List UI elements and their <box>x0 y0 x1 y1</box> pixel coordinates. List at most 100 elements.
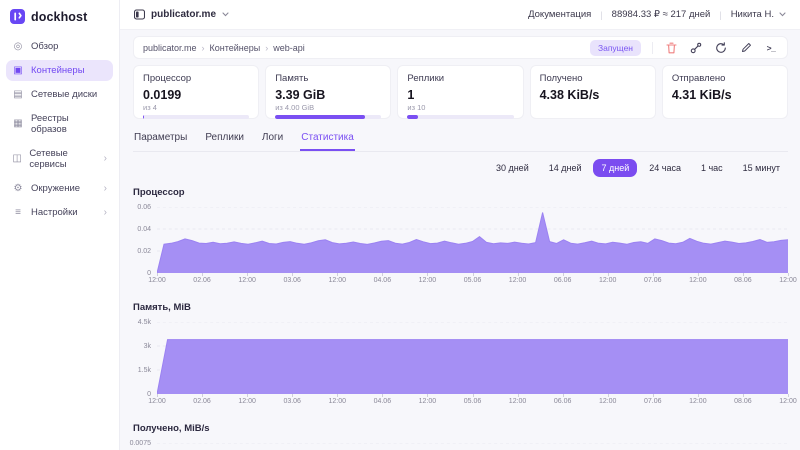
sidebar-item-image-registries[interactable]: ▦Реестры образов <box>6 108 113 140</box>
stat-card-cpu: Процессор0.0199из 4 <box>133 65 259 119</box>
chart-body: 0.0075 <box>133 443 788 450</box>
x-axis-label: 06.06 <box>554 398 572 405</box>
range-button[interactable]: 1 час <box>693 159 731 177</box>
services-icon: ◫ <box>12 154 22 164</box>
toolbar-divider <box>652 42 653 54</box>
sidebar-item-label: Контейнеры <box>31 65 85 76</box>
sidebar-item-settings[interactable]: ≡Настройки› <box>6 202 113 223</box>
project-icon <box>134 9 145 20</box>
x-axis-label: 12:00 <box>509 277 527 284</box>
x-axis-label: 07.06 <box>644 398 662 405</box>
breadcrumb-item[interactable]: publicator.me <box>143 43 197 53</box>
sidebar-item-label: Сетевые диски <box>31 89 97 100</box>
brand-name: dockhost <box>31 10 87 24</box>
tab-parameters[interactable]: Параметры <box>133 130 188 151</box>
sidebar-item-network-services[interactable]: ◫Сетевые сервисы› <box>6 143 113 175</box>
x-axis-tick <box>427 394 428 397</box>
restart-button[interactable] <box>714 41 728 55</box>
app-window: dockhost ◎Обзор ▣Контейнеры ▤Сетевые диски… <box>0 0 800 450</box>
sidebar-item-overview[interactable]: ◎Обзор <box>6 36 113 57</box>
tab-statistics[interactable]: Статистика <box>300 130 355 151</box>
status-badge: Запущен <box>590 40 641 56</box>
sidebar-item-containers[interactable]: ▣Контейнеры <box>6 60 113 81</box>
x-axis-label: 12:00 <box>779 398 797 405</box>
x-axis-label: 05.06 <box>464 398 482 405</box>
chart-title: Получено, MiB/s <box>133 423 788 434</box>
x-axis-tick <box>563 273 564 276</box>
x-axis-label: 12:00 <box>148 277 166 284</box>
x-axis-label: 04.06 <box>374 398 392 405</box>
chart-title: Процессор <box>133 187 788 198</box>
range-button[interactable]: 30 дней <box>488 159 537 177</box>
stat-card-title: Получено <box>540 73 646 84</box>
charts-area: Процессор0.060.040.02012:0002.0612:0003.… <box>133 187 788 450</box>
x-axis-tick <box>292 394 293 397</box>
user-menu[interactable]: Никита Н. <box>731 9 786 20</box>
breadcrumb-item[interactable]: Контейнеры <box>210 43 261 53</box>
edit-button[interactable] <box>739 41 753 55</box>
terminal-icon: >_ <box>767 43 776 53</box>
settings-icon: ≡ <box>12 208 24 218</box>
x-axis-label: 02.06 <box>193 398 211 405</box>
range-button[interactable]: 14 дней <box>541 159 590 177</box>
scale-button[interactable] <box>689 41 703 55</box>
range-button[interactable]: 7 дней <box>593 159 637 177</box>
topbar-divider: | <box>719 10 721 20</box>
x-axis-label: 12:00 <box>599 277 617 284</box>
x-axis-label: 07.06 <box>644 277 662 284</box>
x-axis-tick <box>518 273 519 276</box>
stat-card-value: 3.39 GiB <box>275 88 381 102</box>
sidebar-item-label: Окружение <box>31 183 80 194</box>
project-selector[interactable]: publicator.me <box>134 9 229 20</box>
x-axis-tick <box>698 394 699 397</box>
chevron-down-icon <box>779 12 786 17</box>
balance-label[interactable]: 88984.33 ₽ ≈ 217 дней <box>612 9 711 20</box>
stat-card-subtext: из 4 <box>143 103 249 112</box>
x-axis-tick <box>473 394 474 397</box>
sidebar-item-network-disks[interactable]: ▤Сетевые диски <box>6 84 113 105</box>
docs-link[interactable]: Документация <box>528 9 591 20</box>
x-axis-label: 12:00 <box>509 398 527 405</box>
sidebar-item-environment[interactable]: ⚙Окружение› <box>6 178 113 199</box>
x-axis-tick <box>337 394 338 397</box>
toolbar-actions: Запущен <box>590 40 778 56</box>
chart-body: 0.060.040.02012:0002.0612:0003.0612:0004… <box>133 207 788 287</box>
x-axis-tick <box>518 394 519 397</box>
stat-card-value: 4.38 KiB/s <box>540 88 646 102</box>
stat-card-title: Реплики <box>407 73 513 84</box>
refresh-icon <box>715 42 727 54</box>
x-axis-label: 02.06 <box>193 277 211 284</box>
sidebar-item-label: Настройки <box>31 207 78 218</box>
chevron-down-icon <box>222 12 229 17</box>
x-axis-tick <box>382 273 383 276</box>
tab-logs[interactable]: Логи <box>261 130 284 151</box>
x-axis-label: 12:00 <box>329 277 347 284</box>
dockhost-logo-icon <box>10 9 25 24</box>
x-axis-label: 12:00 <box>329 398 347 405</box>
tab-replicas[interactable]: Реплики <box>204 130 245 151</box>
environment-icon: ⚙ <box>12 184 24 194</box>
terminal-button[interactable]: >_ <box>764 41 778 55</box>
registries-icon: ▦ <box>12 119 24 129</box>
delete-button[interactable] <box>664 41 678 55</box>
range-button[interactable]: 24 часа <box>641 159 689 177</box>
x-axis-tick <box>653 273 654 276</box>
tabs: Параметры Реплики Логи Статистика <box>133 130 788 152</box>
chart-plot: 12:0002.0612:0003.0612:0004.0612:0005.06… <box>157 207 788 287</box>
x-axis-label: 04.06 <box>374 277 392 284</box>
x-axis-tick <box>743 273 744 276</box>
range-button[interactable]: 15 минут <box>735 159 788 177</box>
x-axis-tick <box>382 394 383 397</box>
x-axis-label: 08.06 <box>734 398 752 405</box>
x-axis-label: 12:00 <box>689 277 707 284</box>
stat-card-progress <box>143 115 249 119</box>
stat-card-progress <box>407 115 513 119</box>
topbar-divider: | <box>600 10 602 20</box>
y-axis-label: 0 <box>147 270 151 277</box>
x-axis-tick <box>788 273 789 276</box>
x-axis-label: 12:00 <box>779 277 797 284</box>
stat-cards: Процессор0.0199из 4Память3.39 GiBиз 4.00… <box>133 65 788 119</box>
stat-card-title: Память <box>275 73 381 84</box>
x-axis: 12:0002.0612:0003.0612:0004.0612:0005.06… <box>157 273 788 287</box>
brand-logo[interactable]: dockhost <box>0 0 119 34</box>
